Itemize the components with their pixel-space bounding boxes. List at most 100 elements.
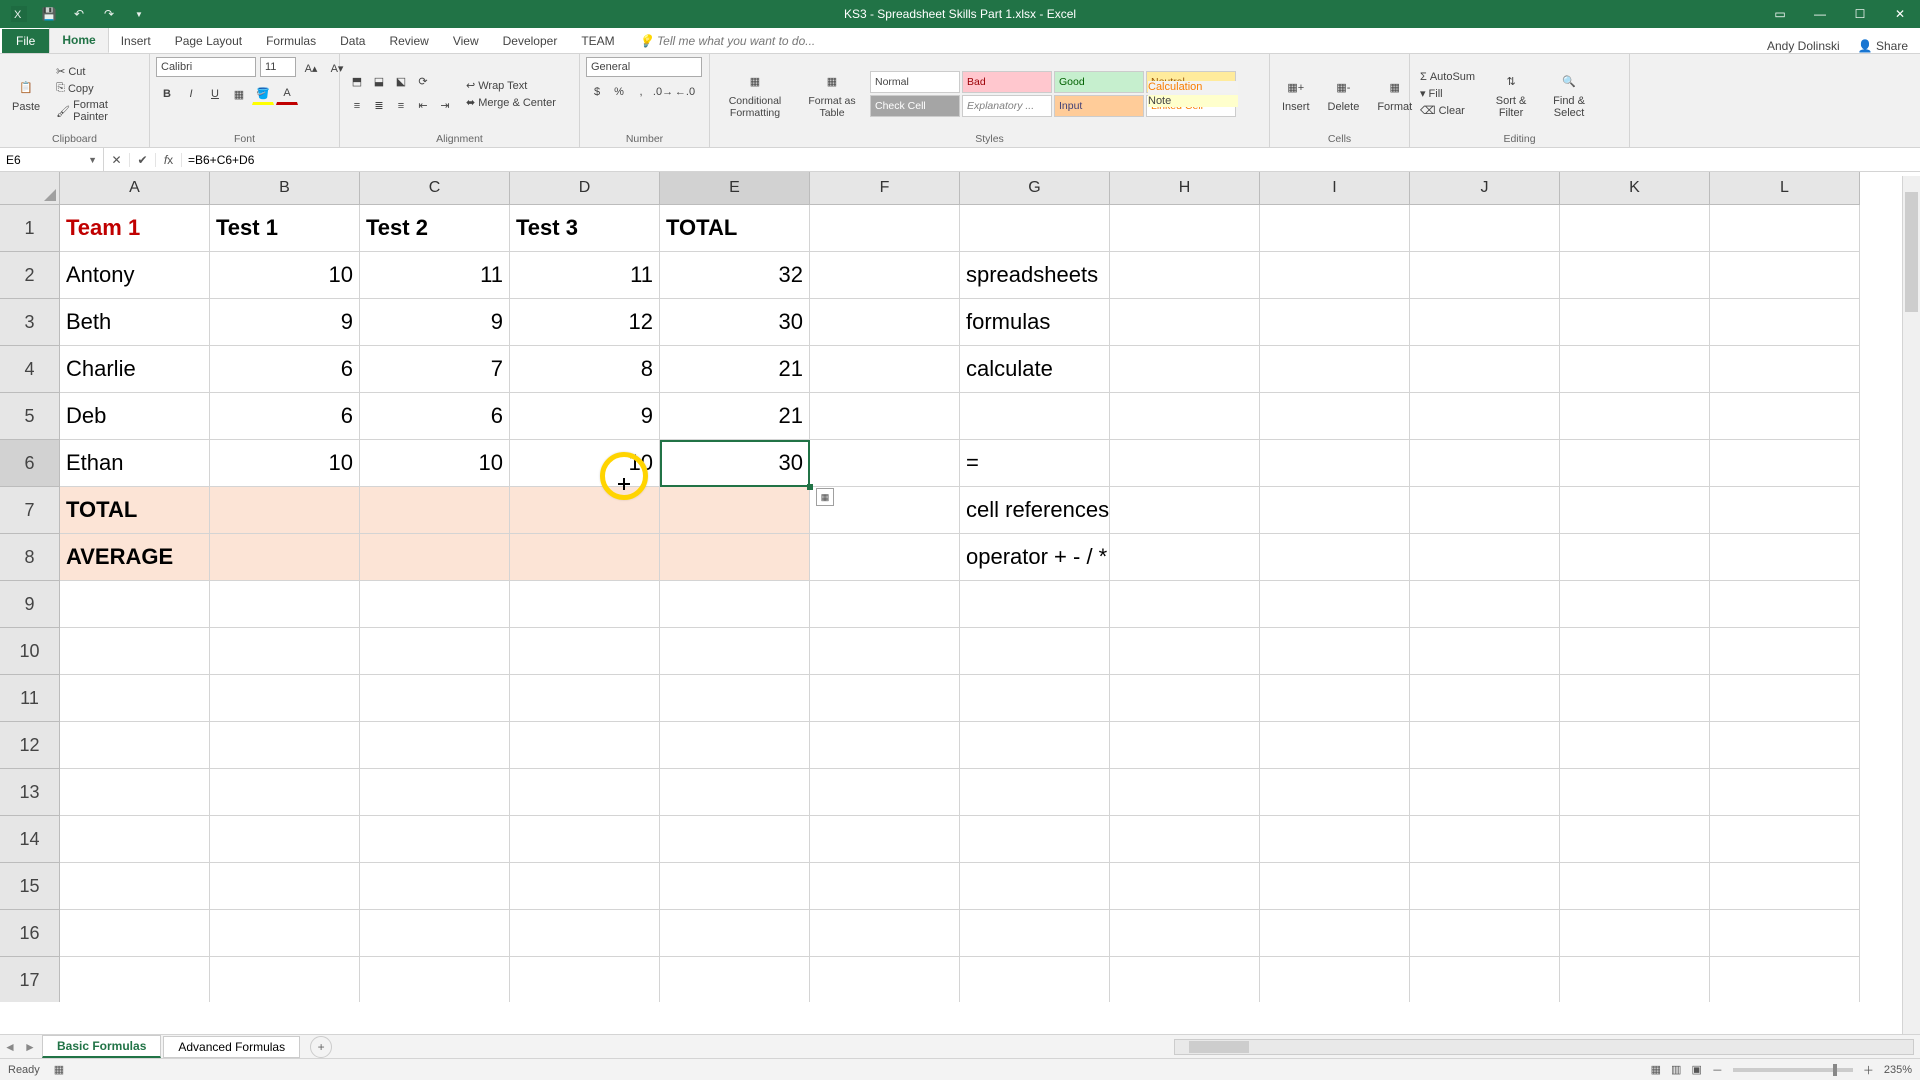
cell-L7[interactable] — [1710, 487, 1860, 534]
cell-I5[interactable] — [1260, 393, 1410, 440]
cell-C2[interactable]: 11 — [360, 252, 510, 299]
cell-E9[interactable] — [660, 581, 810, 628]
comma-icon[interactable]: , — [630, 81, 652, 103]
sheet-tab-advanced-formulas[interactable]: Advanced Formulas — [163, 1036, 300, 1058]
cell-G12[interactable] — [960, 722, 1110, 769]
cell-G7[interactable]: cell references — [960, 487, 1110, 534]
view-page-layout-icon[interactable]: ▥ — [1671, 1063, 1681, 1076]
tab-home[interactable]: Home — [49, 27, 108, 53]
cell-G16[interactable] — [960, 910, 1110, 957]
cell-J14[interactable] — [1410, 816, 1560, 863]
cell-H14[interactable] — [1110, 816, 1260, 863]
cell-J9[interactable] — [1410, 581, 1560, 628]
cell-H15[interactable] — [1110, 863, 1260, 910]
row-header-9[interactable]: 9 — [0, 581, 60, 628]
bold-icon[interactable]: B — [156, 83, 178, 105]
cell-A17[interactable] — [60, 957, 210, 1002]
cell-I17[interactable] — [1260, 957, 1410, 1002]
cell-L8[interactable] — [1710, 534, 1860, 581]
format-painter-button[interactable]: 🖌 Format Painter — [52, 98, 143, 124]
save-icon[interactable]: 💾 — [36, 3, 62, 25]
cell-B1[interactable]: Test 1 — [210, 205, 360, 252]
cell-D7[interactable] — [510, 487, 660, 534]
cell-G17[interactable] — [960, 957, 1110, 1002]
cell-C14[interactable] — [360, 816, 510, 863]
cell-H5[interactable] — [1110, 393, 1260, 440]
row-header-14[interactable]: 14 — [0, 816, 60, 863]
copy-button[interactable]: ⎘ Copy — [52, 81, 143, 96]
clear-button[interactable]: ⌫ Clear — [1416, 103, 1479, 118]
cell-D16[interactable] — [510, 910, 660, 957]
cell-C8[interactable] — [360, 534, 510, 581]
cell-K9[interactable] — [1560, 581, 1710, 628]
cell-B13[interactable] — [210, 769, 360, 816]
row-header-3[interactable]: 3 — [0, 299, 60, 346]
cell-J1[interactable] — [1410, 205, 1560, 252]
cell-H10[interactable] — [1110, 628, 1260, 675]
col-header-G[interactable]: G — [960, 172, 1110, 205]
cell-D6[interactable]: 10 — [510, 440, 660, 487]
increase-font-icon[interactable]: A▴ — [300, 57, 322, 79]
cell-A16[interactable] — [60, 910, 210, 957]
cell-G1[interactable] — [960, 205, 1110, 252]
row-header-7[interactable]: 7 — [0, 487, 60, 534]
cell-K8[interactable] — [1560, 534, 1710, 581]
select-all-corner[interactable] — [0, 172, 60, 205]
cell-I12[interactable] — [1260, 722, 1410, 769]
cell-E15[interactable] — [660, 863, 810, 910]
cell-B4[interactable]: 6 — [210, 346, 360, 393]
cell-A2[interactable]: Antony — [60, 252, 210, 299]
cell-I11[interactable] — [1260, 675, 1410, 722]
cell-D8[interactable] — [510, 534, 660, 581]
align-bottom-icon[interactable]: ⬕ — [390, 71, 412, 93]
row-header-15[interactable]: 15 — [0, 863, 60, 910]
font-size-select[interactable]: 11 — [260, 57, 296, 77]
format-as-table-button[interactable]: ▦Format as Table — [800, 67, 864, 121]
cell-F13[interactable] — [810, 769, 960, 816]
cell-L14[interactable] — [1710, 816, 1860, 863]
cell-K3[interactable] — [1560, 299, 1710, 346]
cell-B16[interactable] — [210, 910, 360, 957]
cell-B9[interactable] — [210, 581, 360, 628]
cell-K5[interactable] — [1560, 393, 1710, 440]
undo-icon[interactable]: ↶ — [66, 3, 92, 25]
cell-E5[interactable]: 21 — [660, 393, 810, 440]
cell-F3[interactable] — [810, 299, 960, 346]
autosum-button[interactable]: Σ AutoSum — [1416, 70, 1479, 84]
cell-J11[interactable] — [1410, 675, 1560, 722]
cell-F2[interactable] — [810, 252, 960, 299]
cell-B12[interactable] — [210, 722, 360, 769]
style-bad[interactable]: Bad — [962, 71, 1052, 93]
cell-B2[interactable]: 10 — [210, 252, 360, 299]
style-input[interactable]: Input — [1054, 95, 1144, 117]
row-header-16[interactable]: 16 — [0, 910, 60, 957]
cell-F15[interactable] — [810, 863, 960, 910]
cell-H4[interactable] — [1110, 346, 1260, 393]
cell-F14[interactable] — [810, 816, 960, 863]
row-header-11[interactable]: 11 — [0, 675, 60, 722]
tab-team[interactable]: TEAM — [569, 29, 626, 53]
row-header-2[interactable]: 2 — [0, 252, 60, 299]
cell-D17[interactable] — [510, 957, 660, 1002]
inc-decimal-icon[interactable]: .0→ — [652, 81, 674, 103]
cell-G2[interactable]: spreadsheets — [960, 252, 1110, 299]
cell-F11[interactable] — [810, 675, 960, 722]
cell-A13[interactable] — [60, 769, 210, 816]
cell-A10[interactable] — [60, 628, 210, 675]
indent-inc-icon[interactable]: ⇥ — [434, 95, 456, 117]
row-header-1[interactable]: 1 — [0, 205, 60, 252]
cell-E14[interactable] — [660, 816, 810, 863]
view-normal-icon[interactable]: ▦ — [1651, 1063, 1661, 1076]
cell-L5[interactable] — [1710, 393, 1860, 440]
cell-I9[interactable] — [1260, 581, 1410, 628]
user-name[interactable]: Andy Dolinski — [1767, 39, 1840, 53]
orientation-icon[interactable]: ⟳ — [412, 71, 434, 93]
cell-I13[interactable] — [1260, 769, 1410, 816]
tab-review[interactable]: Review — [377, 29, 440, 53]
col-header-I[interactable]: I — [1260, 172, 1410, 205]
cell-L16[interactable] — [1710, 910, 1860, 957]
cell-E4[interactable]: 21 — [660, 346, 810, 393]
cell-E12[interactable] — [660, 722, 810, 769]
cell-K1[interactable] — [1560, 205, 1710, 252]
cell-C11[interactable] — [360, 675, 510, 722]
